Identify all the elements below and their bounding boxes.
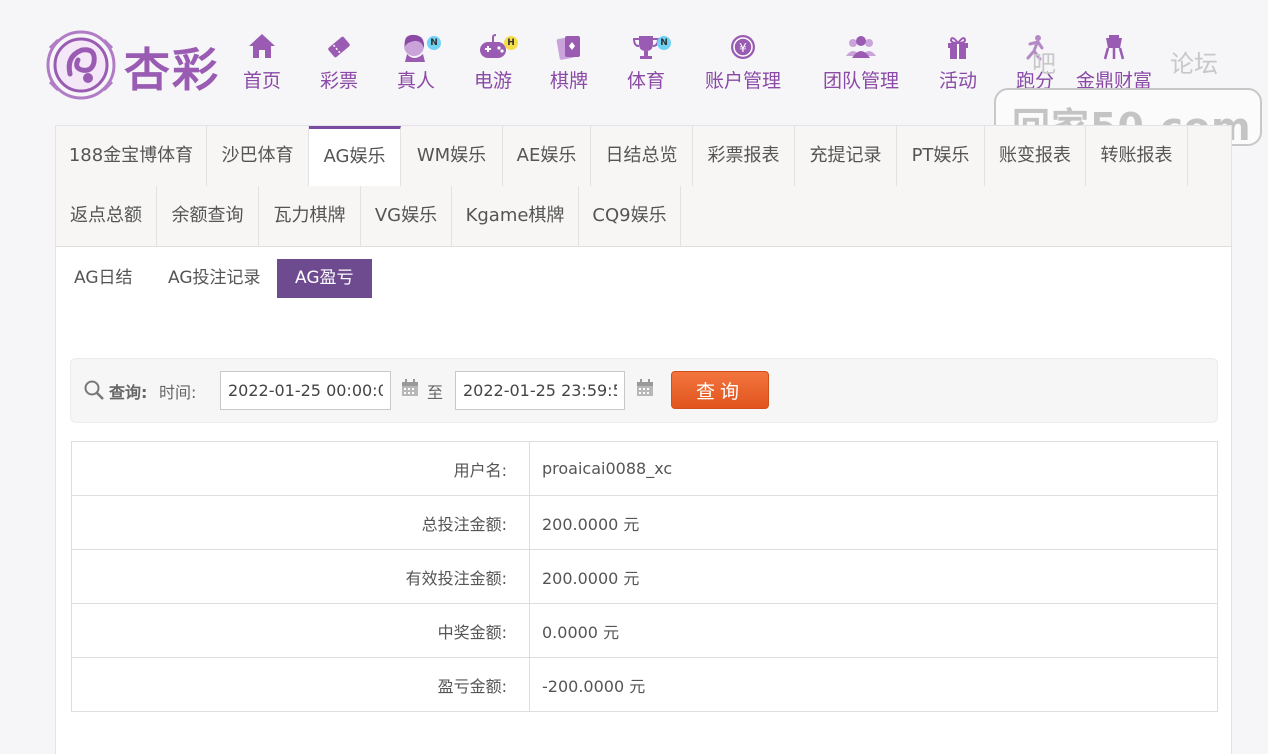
cards-icon [548,32,590,64]
logo-emblem-icon [46,30,116,100]
row-label: 盈亏金额: [71,657,530,712]
tab-188[interactable]: 188金宝博体育 [56,126,207,186]
gamepad-icon: H [472,32,518,64]
tab-cq9[interactable]: CQ9娱乐 [579,186,681,246]
logo-text: 杏彩 [124,43,220,97]
calendar-icon[interactable] [636,379,654,397]
new-badge: N [657,36,671,50]
ticket-icon [318,32,360,64]
watermark-left-text: 吧 [1032,50,1056,78]
tab-transfer-report[interactable]: 转账报表 [1086,126,1188,186]
tab-wm[interactable]: WM娱乐 [401,126,503,186]
tab-account-change[interactable]: 账变报表 [985,126,1086,186]
report-tabs: 188金宝博体育 沙巴体育 AG娱乐 WM娱乐 AE娱乐 日结总览 彩票报表 充… [56,126,1231,247]
nav-account[interactable]: ¥ 账户管理 [702,32,784,93]
nav-home[interactable]: 首页 [241,32,283,93]
report-panel: 188金宝博体育 沙巴体育 AG娱乐 WM娱乐 AE娱乐 日结总览 彩票报表 充… [55,125,1232,754]
table-row: 中奖金额: 0.0000 元 [71,603,1218,658]
row-value: 200.0000 元 [529,549,1218,604]
nav-team[interactable]: 团队管理 [820,32,902,93]
row-label: 中奖金额: [71,603,530,658]
tab-deposit-withdraw[interactable]: 充提记录 [795,126,897,186]
search-bar: 查询: 时间: 至 查询 [70,358,1218,423]
nav-live[interactable]: N 真人 [395,32,441,93]
table-row: 有效投注金额: 200.0000 元 [71,549,1218,604]
team-icon [820,32,902,64]
trophy-icon: N [625,32,671,64]
nav-wealth[interactable]: 金鼎财富 [1073,32,1155,93]
tab-balance-query[interactable]: 余额查询 [157,186,259,246]
nav-chess[interactable]: 棋牌 [548,32,590,93]
calendar-icon[interactable] [401,379,419,397]
tab-pt[interactable]: PT娱乐 [897,126,985,186]
row-label: 用户名: [71,441,530,496]
query-button[interactable]: 查询 [671,371,769,409]
new-badge: N [427,36,441,50]
watermark-right-text: 论坛 [1170,50,1218,78]
row-label: 总投注金额: [71,495,530,550]
start-date-input[interactable] [220,371,391,410]
site-logo[interactable]: 杏彩 [44,28,224,104]
nav-slots[interactable]: H 电游 [472,32,518,93]
nav-sports[interactable]: N 体育 [625,32,671,93]
home-icon [241,32,283,64]
svg-text:¥: ¥ [739,41,747,55]
tab-ae[interactable]: AE娱乐 [503,126,591,186]
tab-ag[interactable]: AG娱乐 [309,126,401,186]
tab-lottery-report[interactable]: 彩票报表 [693,126,795,186]
row-value: proaicai0088_xc [529,441,1218,496]
tab-vg[interactable]: VG娱乐 [361,186,452,246]
site-header: 杏彩 首页 彩票 N 真人 H 电游 棋牌 N 体育 ¥ 账户管理 团队管理 活… [0,0,1268,149]
wealth-icon [1073,32,1155,64]
tab-wali-chess[interactable]: 瓦力棋牌 [259,186,361,246]
to-label: 至 [427,383,444,402]
tab-daily-overview[interactable]: 日结总览 [591,126,693,186]
end-date-input[interactable] [455,371,625,410]
table-row: 盈亏金额: -200.0000 元 [71,657,1218,712]
row-value: 200.0000 元 [529,495,1218,550]
live-dealer-icon: N [395,32,441,64]
gift-icon [937,32,979,64]
tab-rebate-total[interactable]: 返点总额 [56,186,157,246]
hot-badge: H [504,36,518,50]
profit-loss-table: 用户名: proaicai0088_xc 总投注金额: 200.0000 元 有… [71,441,1218,712]
subtab-ag-bets[interactable]: AG投注记录 [150,259,279,298]
row-label: 有效投注金额: [71,549,530,604]
nav-lottery[interactable]: 彩票 [318,32,360,93]
table-row: 总投注金额: 200.0000 元 [71,495,1218,550]
subtab-ag-daily[interactable]: AG日结 [56,259,151,298]
tab-saba[interactable]: 沙巴体育 [207,126,309,186]
time-label: 时间: [159,383,197,402]
query-label: 查询: [109,383,148,402]
row-value: 0.0000 元 [529,603,1218,658]
nav-activity[interactable]: 活动 [937,32,979,93]
yuan-coin-icon: ¥ [702,32,784,64]
tab-kgame-chess[interactable]: Kgame棋牌 [452,186,579,246]
subtab-ag-profit-loss[interactable]: AG盈亏 [277,259,372,298]
table-row: 用户名: proaicai0088_xc [71,441,1218,496]
search-icon [84,380,104,400]
row-value: -200.0000 元 [529,657,1218,712]
